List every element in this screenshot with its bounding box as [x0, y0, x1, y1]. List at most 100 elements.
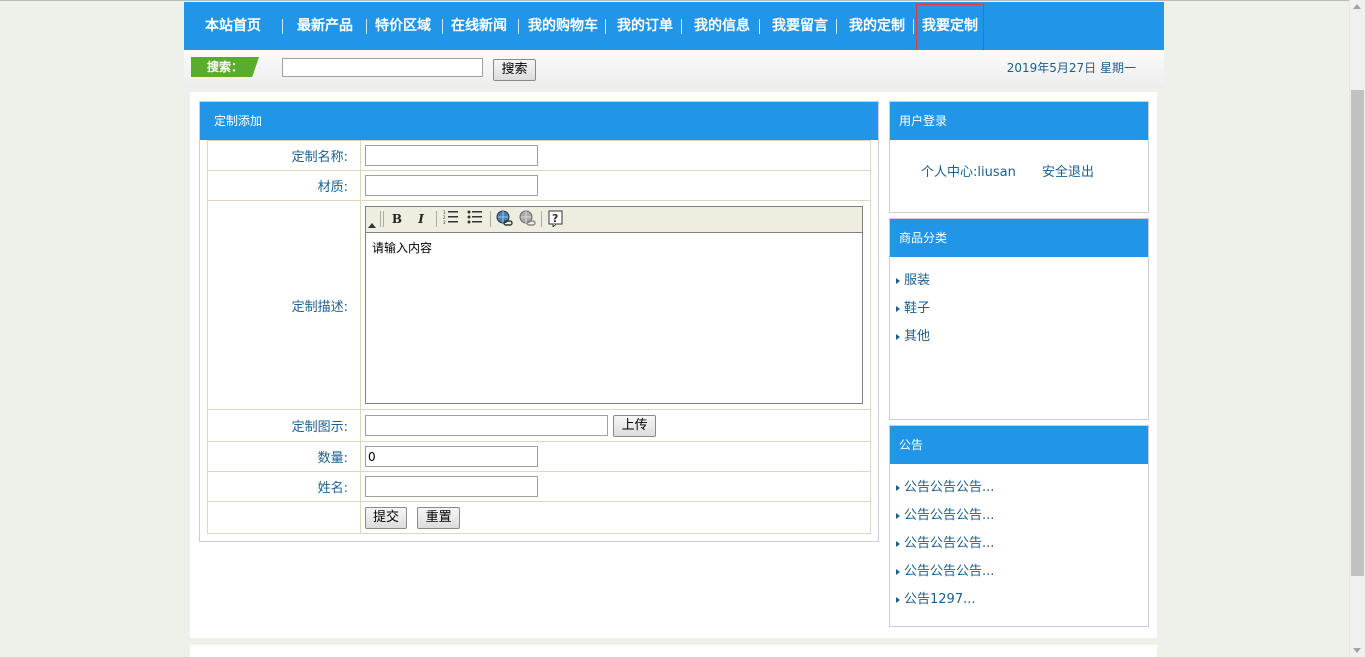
nav-my-custom[interactable]: 我的定制: [842, 2, 912, 50]
username-link[interactable]: liusan: [977, 165, 1015, 180]
italic-icon[interactable]: I: [412, 210, 430, 228]
arrow-right-icon: [896, 512, 900, 519]
nav-cart[interactable]: 我的购物车: [521, 2, 605, 50]
notice-item[interactable]: 公告公告公告...: [896, 476, 994, 495]
main-nav: 本站首页 最新产品 特价区域 在线新闻 我的购物车 我的订单 我的信息 我要留言…: [184, 2, 1164, 52]
form-row-person: 姓名:: [207, 471, 871, 502]
notice-panel: 公告 公告公告公告... 公告公告公告... 公告公告公告... 公告公告公告.…: [889, 425, 1149, 627]
notice-item-label: 公告公告公告...: [904, 508, 995, 523]
form-row-name: 定制名称:: [207, 140, 871, 171]
nav-divider: [282, 19, 283, 34]
custom-name-field[interactable]: [365, 145, 538, 166]
category-panel-title: 商品分类: [890, 219, 1148, 257]
submit-button[interactable]: 提交: [365, 506, 407, 529]
notice-item-label: 公告1297...: [904, 592, 976, 607]
material-label: 材质:: [207, 170, 361, 201]
vertical-scrollbar[interactable]: [1349, 0, 1365, 657]
scroll-down-icon[interactable]: [1353, 648, 1361, 653]
person-label: 姓名:: [207, 471, 361, 502]
notice-item-label: 公告公告公告...: [904, 480, 995, 495]
search-button[interactable]: 搜索: [493, 59, 536, 81]
window-top-border: [0, 0, 1365, 1]
upload-button[interactable]: 上传: [613, 414, 657, 437]
svg-text:3: 3: [443, 220, 446, 224]
help-icon[interactable]: ?: [547, 210, 565, 229]
nav-my-info[interactable]: 我的信息: [687, 2, 757, 50]
nav-new-products[interactable]: 最新产品: [290, 2, 360, 50]
rich-text-editor: B I 123 ? 请输入内容: [365, 206, 863, 404]
nav-divider: [366, 19, 367, 34]
collapse-icon[interactable]: [368, 223, 376, 228]
bold-icon[interactable]: B: [388, 210, 406, 228]
nav-divider: [759, 19, 760, 34]
notice-item-label: 公告公告公告...: [904, 564, 995, 579]
unordered-list-icon[interactable]: [466, 210, 484, 228]
custom-form-panel: 定制添加 定制名称: 材质: 定制描述: B I 1 2 3 ? 请输入内容 定…: [199, 101, 879, 542]
description-textarea[interactable]: 请输入内容: [366, 233, 862, 262]
form-row-actions: 提交 重置: [207, 501, 871, 534]
category-item[interactable]: 服装: [896, 269, 930, 288]
user-center: 个人中心:liusan: [921, 161, 1016, 180]
svg-text:?: ?: [552, 212, 558, 225]
nav-news[interactable]: 在线新闻: [444, 2, 514, 50]
notice-item[interactable]: 公告1297...: [896, 588, 975, 607]
person-name-field[interactable]: [365, 476, 538, 497]
quantity-field[interactable]: [365, 446, 538, 467]
nav-message[interactable]: 我要留言: [765, 2, 835, 50]
arrow-right-icon: [896, 596, 900, 603]
footer-strip: [190, 645, 1157, 657]
nav-divider: [681, 19, 682, 34]
scroll-thumb[interactable]: [1351, 90, 1364, 576]
nav-home[interactable]: 本站首页: [198, 2, 268, 50]
nav-divider: [913, 19, 914, 34]
arrow-right-icon: [896, 484, 900, 491]
current-date: 2019年5月27日 星期一: [1006, 61, 1136, 75]
login-panel-title: 用户登录: [890, 102, 1148, 140]
actions-label-cell: [207, 501, 361, 534]
reset-button[interactable]: 重置: [417, 506, 461, 529]
logout-link[interactable]: 安全退出: [1042, 161, 1094, 180]
ordered-list-icon[interactable]: 123: [442, 210, 460, 228]
notice-item-label: 公告公告公告...: [904, 536, 995, 551]
arrow-right-icon: [896, 305, 900, 312]
material-field[interactable]: [365, 175, 538, 196]
search-label: 搜索：: [191, 57, 259, 77]
custom-form-title: 定制添加: [200, 102, 878, 140]
form-row-quantity: 数量:: [207, 441, 871, 472]
nav-divider: [518, 19, 519, 34]
custom-form: 定制名称: 材质: 定制描述: B I 1 2 3 ? 请输入内容 定制图示: …: [207, 140, 871, 534]
nav-divider: [605, 19, 606, 34]
image-path-field[interactable]: [365, 414, 608, 436]
description-label: 定制描述:: [207, 200, 361, 410]
category-item-label: 鞋子: [904, 301, 931, 316]
arrow-right-icon: [896, 540, 900, 547]
link-icon[interactable]: [495, 210, 513, 228]
nav-specials[interactable]: 特价区域: [368, 2, 438, 50]
category-item-label: 其他: [904, 329, 931, 344]
category-item[interactable]: 其他: [896, 325, 930, 344]
form-row-material: 材质:: [207, 170, 871, 201]
search-bar: 搜索： 搜索 2019年5月27日 星期一: [184, 50, 1164, 88]
category-item[interactable]: 鞋子: [896, 297, 930, 316]
arrow-right-icon: [896, 277, 900, 284]
notice-panel-title: 公告: [890, 426, 1148, 464]
category-item-label: 服装: [904, 273, 931, 288]
notice-item[interactable]: 公告公告公告...: [896, 532, 994, 551]
nav-divider: [442, 19, 443, 34]
image-label: 定制图示:: [207, 409, 361, 442]
login-panel: 用户登录 个人中心:liusan 安全退出: [889, 101, 1149, 213]
form-row-image: 定制图示: 上传: [207, 409, 871, 442]
name-label: 定制名称:: [207, 140, 361, 171]
search-input[interactable]: [282, 58, 483, 77]
notice-item[interactable]: 公告公告公告...: [896, 560, 994, 579]
notice-item[interactable]: 公告公告公告...: [896, 504, 994, 523]
unlink-icon[interactable]: [518, 210, 536, 228]
quantity-label: 数量:: [207, 441, 361, 472]
scroll-up-icon[interactable]: [1353, 4, 1361, 9]
nav-divider: [836, 19, 837, 34]
form-row-description: 定制描述: B I 123 ? 请输入内容: [207, 200, 871, 410]
arrow-right-icon: [896, 333, 900, 340]
nav-orders[interactable]: 我的订单: [610, 2, 680, 50]
user-center-label: 个人中心:: [921, 165, 978, 180]
main-content: 定制添加 定制名称: 材质: 定制描述: B I 1 2 3 ? 请输入内容 定…: [190, 92, 1157, 638]
